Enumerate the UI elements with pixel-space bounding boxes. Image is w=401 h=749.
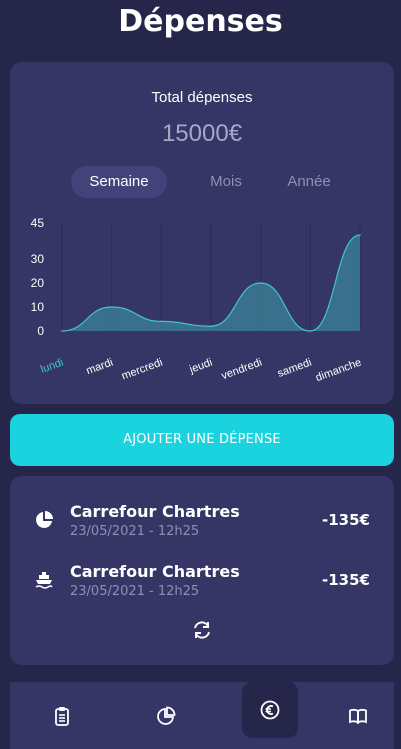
euro-icon: [260, 700, 280, 720]
y-tick-label: 20: [31, 276, 45, 290]
transaction-amount: -135€: [322, 571, 370, 589]
data-point: [309, 330, 312, 332]
nav-expenses[interactable]: [242, 682, 298, 738]
x-tick-label: jeudi: [187, 357, 214, 377]
x-tick-label: lundi: [39, 357, 65, 376]
nav-book[interactable]: [330, 682, 386, 749]
app-header: Dépenses: [0, 0, 401, 48]
transaction-title: Carrefour Chartres: [70, 562, 240, 581]
book-icon: [349, 708, 367, 725]
transaction-item[interactable]: Carrefour Chartres 23/05/2021 - 12h25 -1…: [10, 560, 394, 604]
tab-semaine[interactable]: Semaine: [71, 166, 167, 198]
x-tick-label: mercredi: [120, 357, 164, 383]
tab-mois[interactable]: Mois: [198, 166, 254, 198]
data-point: [61, 330, 63, 332]
transaction-date: 23/05/2021 - 12h25: [70, 584, 200, 599]
page-title: Dépenses: [118, 4, 283, 39]
x-tick-label: samedi: [276, 357, 313, 380]
transaction-date: 23/05/2021 - 12h25: [70, 524, 200, 539]
bottom-nav: [10, 682, 394, 749]
transaction-title: Carrefour Chartres: [70, 502, 240, 521]
expense-summary-card: Total dépenses 15000€ Semaine Mois Année…: [10, 62, 394, 404]
x-tick-label: dimanche: [314, 357, 363, 385]
clipboard-icon: [55, 707, 69, 726]
x-tick-label: mardi: [85, 357, 115, 378]
data-point: [110, 306, 113, 308]
nav-clipboard[interactable]: [34, 682, 90, 749]
period-tabs: Semaine Mois Année: [10, 166, 394, 198]
y-tick-label: 10: [31, 300, 45, 314]
transaction-amount: -135€: [322, 511, 370, 529]
ship-icon: [35, 572, 53, 589]
weekly-expense-chart: 0 10 20 30 45 lundi mardi mercredi jeudi vendredi…: [31, 216, 363, 385]
transactions-card: Carrefour Chartres 23/05/2021 - 12h25 -1…: [10, 476, 394, 665]
y-tick-label: 45: [31, 216, 45, 230]
y-tick-label: 30: [31, 252, 45, 266]
total-amount: 15000€: [161, 120, 243, 147]
data-point: [210, 325, 212, 327]
add-expense-button[interactable]: AJOUTER UNE DÉPENSE: [10, 414, 394, 466]
refresh-icon[interactable]: [191, 619, 213, 641]
nav-stats[interactable]: [138, 682, 194, 749]
x-tick-label: vendredi: [220, 357, 264, 383]
tab-annee[interactable]: Année: [276, 166, 342, 198]
data-point: [359, 234, 361, 236]
data-point: [160, 320, 163, 323]
transaction-item[interactable]: Carrefour Chartres 23/05/2021 - 12h25 -1…: [10, 500, 394, 544]
pie-chart-icon: [36, 511, 53, 528]
pie-chart-icon: [157, 706, 176, 725]
y-tick-label: 0: [37, 324, 44, 338]
data-point: [259, 282, 262, 284]
total-label: Total dépenses: [151, 89, 253, 106]
